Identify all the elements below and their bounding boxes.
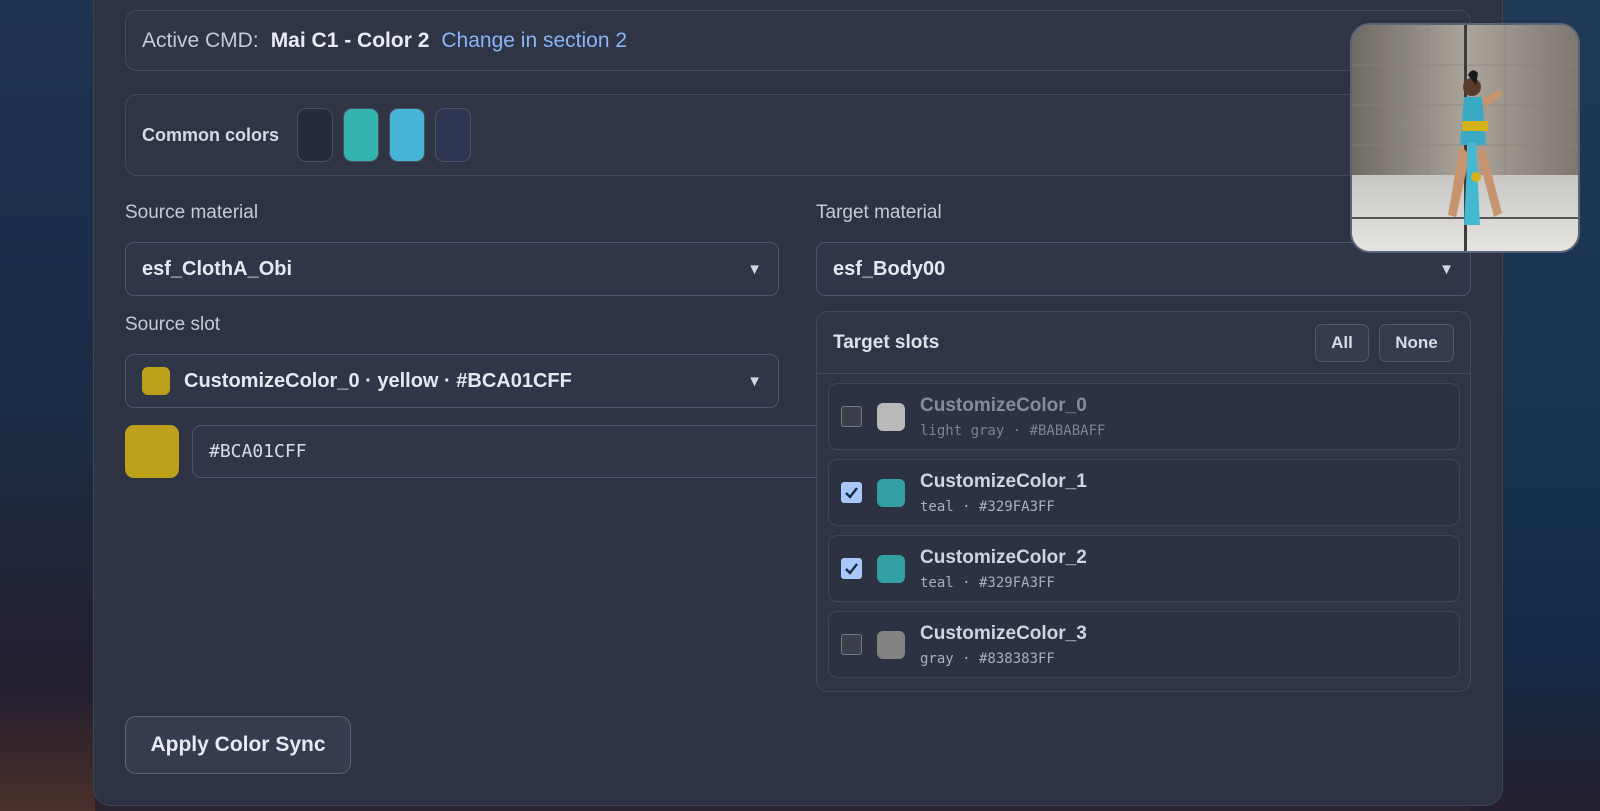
source-slot-value: CustomizeColor_0 · yellow · #BCA01CFF [184, 369, 572, 392]
target-material-value: esf_Body00 [833, 257, 946, 280]
source-material-select[interactable]: esf_ClothA_Obi ▼ [125, 242, 779, 296]
target-slots-header: Target slots All None [817, 312, 1470, 374]
select-all-button[interactable]: All [1315, 323, 1369, 362]
target-slot-row[interactable]: CustomizeColor_1 teal · #329FA3FF [828, 459, 1460, 526]
background-left [0, 0, 95, 811]
slot-checkbox[interactable] [841, 406, 862, 427]
chevron-down-icon: ▼ [747, 372, 762, 390]
common-color-swatch[interactable] [389, 108, 426, 162]
select-none-button[interactable]: None [1379, 323, 1454, 362]
common-color-swatch[interactable] [435, 108, 472, 162]
slot-name: CustomizeColor_2 [920, 546, 1087, 568]
target-slots-box: Target slots All None CustomizeColor_0 l… [816, 311, 1471, 692]
source-slot-color-chip [142, 367, 170, 395]
active-cmd-value: Mai C1 - Color 2 [270, 28, 430, 52]
checkmark-icon [845, 487, 858, 499]
slot-name: CustomizeColor_0 [920, 394, 1087, 416]
active-cmd-label: Active CMD: [142, 28, 259, 52]
common-colors-box: Common colors [125, 94, 1471, 176]
change-section-link[interactable]: Change in section 2 [441, 29, 627, 53]
target-slot-row[interactable]: CustomizeColor_3 gray · #838383FF [828, 611, 1460, 678]
slot-checkbox[interactable] [841, 634, 862, 655]
slot-detail: gray · #838383FF [920, 650, 1055, 667]
slot-color-chip [877, 630, 905, 659]
slot-checkbox[interactable] [841, 558, 862, 579]
source-material-value: esf_ClothA_Obi [142, 257, 293, 280]
slot-color-chip [877, 402, 905, 431]
common-color-swatch[interactable] [297, 108, 334, 162]
common-colors-label: Common colors [142, 124, 280, 145]
source-hex-input[interactable] [192, 425, 846, 478]
apply-color-sync-button[interactable]: Apply Color Sync [125, 716, 351, 774]
target-slot-row[interactable]: CustomizeColor_0 light gray · #BABABAFF [828, 383, 1460, 450]
slot-detail: teal · #329FA3FF [920, 498, 1055, 515]
source-slot-label: Source slot [125, 314, 221, 335]
checkmark-icon [845, 563, 858, 575]
slot-detail: teal · #329FA3FF [920, 574, 1055, 591]
chevron-down-icon: ▼ [1439, 260, 1454, 278]
chevron-down-icon: ▼ [747, 260, 762, 278]
source-material-label: Source material [125, 202, 259, 223]
target-slots-title: Target slots [833, 331, 940, 353]
source-color-swatch[interactable] [125, 425, 179, 478]
slot-detail: light gray · #BABABAFF [920, 422, 1106, 439]
slot-color-chip [877, 478, 905, 507]
character-preview-image [1350, 23, 1580, 253]
slot-name: CustomizeColor_3 [920, 622, 1087, 644]
common-color-swatch[interactable] [343, 108, 380, 162]
slot-name: CustomizeColor_1 [920, 470, 1087, 492]
slot-checkbox[interactable] [841, 482, 862, 503]
slot-color-chip [877, 554, 905, 583]
source-slot-select[interactable]: CustomizeColor_0 · yellow · #BCA01CFF ▼ [125, 354, 779, 408]
character-preview-art [1352, 25, 1578, 251]
target-material-label: Target material [816, 202, 942, 223]
active-cmd-bar: Active CMD: Mai C1 - Color 2 Change in s… [125, 10, 1471, 71]
target-slot-row[interactable]: CustomizeColor_2 teal · #329FA3FF [828, 535, 1460, 602]
